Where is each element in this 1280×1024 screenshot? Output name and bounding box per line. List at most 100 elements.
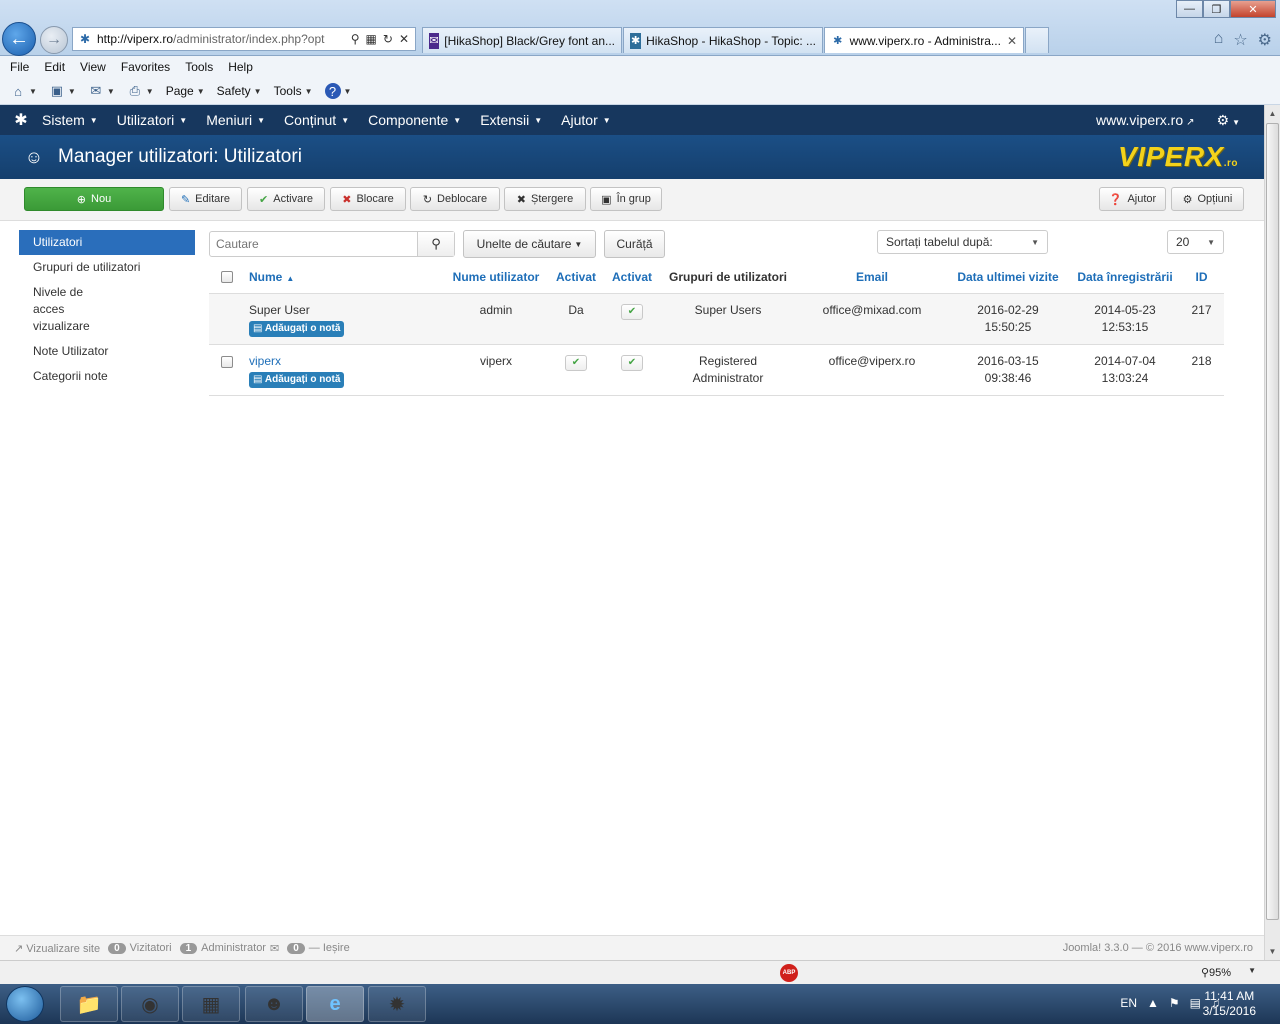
minimize-button[interactable]: —	[1176, 0, 1203, 18]
network-icon[interactable]: ▤	[1190, 996, 1201, 1010]
header-name[interactable]: Nume ▲	[245, 262, 447, 294]
feeds-command[interactable]: ▣ ▼	[49, 83, 76, 99]
ie-taskbar-icon[interactable]: e	[306, 986, 364, 1022]
nav-utilizatori[interactable]: Utilizatori ▼	[117, 112, 188, 128]
search-input[interactable]	[210, 232, 417, 256]
unblock-button[interactable]: ↻ Deblocare	[410, 187, 500, 211]
messenger-taskbar-icon[interactable]: ☻	[245, 986, 303, 1022]
home-icon[interactable]: ⌂	[1214, 30, 1224, 50]
header-registered[interactable]: Data înregistrării	[1071, 262, 1179, 294]
back-button[interactable]: ←	[2, 22, 36, 56]
tab-hikashop-topic[interactable]: ✱ HikaShop - HikaShop - Topic: ...	[623, 27, 823, 53]
row-checkbox[interactable]	[221, 355, 233, 368]
page-command[interactable]: Page ▼	[166, 84, 205, 98]
chrome-taskbar-icon[interactable]: ◉	[121, 986, 179, 1022]
sidebar-item-utilizatori[interactable]: Utilizatori	[19, 230, 195, 255]
maximize-button[interactable]: ❐	[1203, 0, 1230, 18]
add-note-button[interactable]: ▤ Adăugați o notă	[249, 320, 345, 337]
home-command[interactable]: ⌂ ▼	[10, 83, 37, 99]
search-icon[interactable]: ⚲	[351, 32, 360, 46]
vertical-scrollbar[interactable]: ▲ ▼	[1264, 105, 1280, 960]
address-bar[interactable]: ✱ http://viperx.ro/administrator/index.p…	[72, 27, 416, 51]
user-menu[interactable]: ⚙ ▼	[1217, 112, 1240, 129]
tab-viperx-admin[interactable]: ✱ www.viperx.ro - Administra... ✕	[824, 27, 1024, 53]
delete-button[interactable]: ✖ Ștergere	[504, 187, 586, 211]
menu-favorites[interactable]: Favorites	[121, 60, 170, 74]
scroll-down-icon[interactable]: ▼	[1265, 943, 1280, 960]
system-clock[interactable]: 11:41 AM 3/15/2016	[1203, 989, 1256, 1019]
header-id[interactable]: ID	[1179, 262, 1224, 294]
address-url[interactable]: http://viperx.ro/administrator/index.php…	[97, 32, 351, 46]
menu-tools[interactable]: Tools	[185, 60, 213, 74]
sidebar-item-categorii-note[interactable]: Categorii note	[19, 364, 195, 389]
start-button[interactable]	[6, 986, 44, 1022]
nav-extensii[interactable]: Extensii ▼	[480, 112, 542, 128]
help-command[interactable]: ? ▼	[324, 83, 351, 99]
check-icon[interactable]: ✔	[565, 354, 587, 371]
sidebar-item-nivele-acces[interactable]: Nivele de acces vizualizare	[19, 280, 129, 339]
sidebar-item-grupuri[interactable]: Grupuri de utilizatori	[19, 255, 195, 280]
envelope-icon[interactable]: ✉	[270, 942, 279, 955]
search-button[interactable]: ⚲	[417, 232, 454, 256]
zoom-control[interactable]: ⚲95% ▼	[1201, 966, 1256, 979]
menu-help[interactable]: Help	[228, 60, 253, 74]
scroll-thumb[interactable]	[1266, 123, 1279, 920]
block-button[interactable]: ✖ Blocare	[330, 187, 406, 211]
site-link[interactable]: www.viperx.ro ↗	[1096, 112, 1195, 128]
check-icon[interactable]: ✔	[621, 354, 643, 371]
menu-view[interactable]: View	[80, 60, 106, 74]
paint-taskbar-icon[interactable]: ✹	[368, 986, 426, 1022]
edit-button[interactable]: ✎ Editare	[169, 187, 242, 211]
nav-continut[interactable]: Conținut ▼	[284, 112, 349, 128]
adblock-icon[interactable]: ABP	[780, 964, 798, 982]
stop-icon[interactable]: ✕	[399, 32, 409, 46]
header-email[interactable]: Email	[799, 262, 945, 294]
joomla-logo-icon[interactable]: ✱	[0, 110, 42, 130]
safety-command[interactable]: Safety ▼	[217, 84, 262, 98]
add-note-button[interactable]: ▤ Adăugați o notă	[249, 371, 345, 388]
favorites-star-icon[interactable]: ☆	[1233, 30, 1247, 50]
clear-button[interactable]: Curăță	[604, 230, 665, 258]
sort-select[interactable]: Sortați tabelul după: ▼	[877, 230, 1048, 254]
header-activated[interactable]: Activat	[607, 262, 657, 294]
select-all-checkbox[interactable]	[221, 271, 233, 284]
check-icon[interactable]: ✔	[621, 303, 643, 320]
search-tools-button[interactable]: Unelte de căutare ▼	[463, 230, 596, 258]
tray-expand-icon[interactable]: ▲	[1147, 996, 1159, 1010]
nav-meniuri[interactable]: Meniuri ▼	[206, 112, 265, 128]
refresh-icon[interactable]: ↻	[383, 32, 393, 46]
nav-componente[interactable]: Componente ▼	[368, 112, 461, 128]
help-button[interactable]: ❓ Ajutor	[1099, 187, 1166, 211]
user-name-link[interactable]: viperx	[249, 353, 447, 370]
new-tab-button[interactable]	[1025, 27, 1049, 53]
print-command[interactable]: ⎙ ▼	[127, 83, 154, 99]
activate-button[interactable]: ✔ Activare	[247, 187, 325, 211]
menu-file[interactable]: File	[10, 60, 29, 74]
sidebar-item-note[interactable]: Note Utilizator	[19, 339, 195, 364]
settings-gear-icon[interactable]: ⚙	[1258, 30, 1272, 50]
view-site-link[interactable]: ↗ Vizualizare site	[14, 942, 100, 955]
compat-view-icon[interactable]: ▦	[366, 32, 377, 46]
explorer-taskbar-icon[interactable]: 📁	[60, 986, 118, 1022]
mail-command[interactable]: ✉ ▼	[88, 83, 114, 99]
logout-link[interactable]: — Ieșire	[309, 942, 350, 954]
close-tab-icon[interactable]: ✕	[1007, 34, 1017, 48]
scroll-up-icon[interactable]: ▲	[1265, 105, 1280, 122]
group-button[interactable]: ▣ În grup	[590, 187, 662, 211]
header-username[interactable]: Nume utilizator	[447, 262, 545, 294]
header-last-visit[interactable]: Data ultimei vizite	[945, 262, 1071, 294]
tools-command[interactable]: Tools ▼	[274, 84, 313, 98]
options-button[interactable]: ⚙ Opțiuni	[1171, 187, 1244, 211]
messages-count[interactable]: 0	[287, 942, 305, 954]
nav-ajutor[interactable]: Ajutor ▼	[561, 112, 611, 128]
new-button[interactable]: ⊕ Nou	[24, 187, 164, 211]
action-center-icon[interactable]: ⚑	[1169, 996, 1180, 1010]
forward-button[interactable]: →	[40, 26, 68, 54]
close-window-button[interactable]: ✕	[1230, 0, 1276, 18]
calculator-taskbar-icon[interactable]: ▦	[182, 986, 240, 1022]
menu-edit[interactable]: Edit	[44, 60, 65, 74]
limit-select[interactable]: 20 ▼	[1167, 230, 1224, 254]
nav-sistem[interactable]: Sistem ▼	[42, 112, 98, 128]
header-enabled[interactable]: Activat	[545, 262, 607, 294]
language-indicator[interactable]: EN	[1120, 996, 1137, 1010]
